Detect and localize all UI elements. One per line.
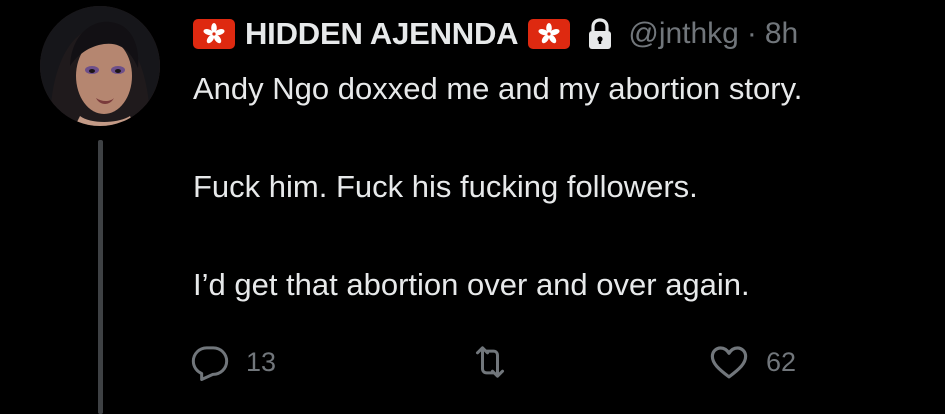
- hong-kong-flag-icon: [193, 19, 235, 49]
- avatar-image: [40, 6, 160, 126]
- hong-kong-flag-icon: [528, 19, 571, 49]
- like-button[interactable]: 62: [708, 338, 796, 386]
- like-icon: [710, 346, 748, 379]
- retweet-button[interactable]: [470, 338, 526, 386]
- tweet-header: HIDDEN AJENNDA @jnthkg · 8h: [193, 12, 798, 56]
- thread-line: [98, 140, 103, 414]
- tweet-line-blank: [193, 113, 933, 162]
- lock-icon: [582, 16, 618, 52]
- tweet-line: Andy Ngo doxxed me and my abortion story…: [193, 71, 803, 106]
- user-handle[interactable]: @jnthkg: [628, 17, 739, 51]
- timestamp[interactable]: 8h: [765, 17, 798, 51]
- separator-dot: ·: [746, 17, 757, 50]
- avatar[interactable]: [40, 6, 160, 126]
- tweet-line: I’d get that abortion over and over agai…: [193, 267, 750, 302]
- tweet-line-blank: [193, 211, 933, 260]
- tweet-actions: 13 62: [190, 338, 910, 386]
- reply-button[interactable]: 13: [190, 338, 276, 386]
- tweet-text: Andy Ngo doxxed me and my abortion story…: [193, 64, 933, 309]
- reply-icon: [191, 346, 229, 381]
- retweet-icon: [476, 346, 504, 378]
- tweet[interactable]: HIDDEN AJENNDA @jnthkg · 8h Andy Ngo dox…: [0, 0, 945, 414]
- tweet-line: Fuck him. Fuck his fucking followers.: [193, 169, 698, 204]
- reply-count: 13: [246, 346, 277, 377]
- like-count: 62: [766, 346, 797, 377]
- display-name[interactable]: HIDDEN AJENNDA: [245, 16, 519, 52]
